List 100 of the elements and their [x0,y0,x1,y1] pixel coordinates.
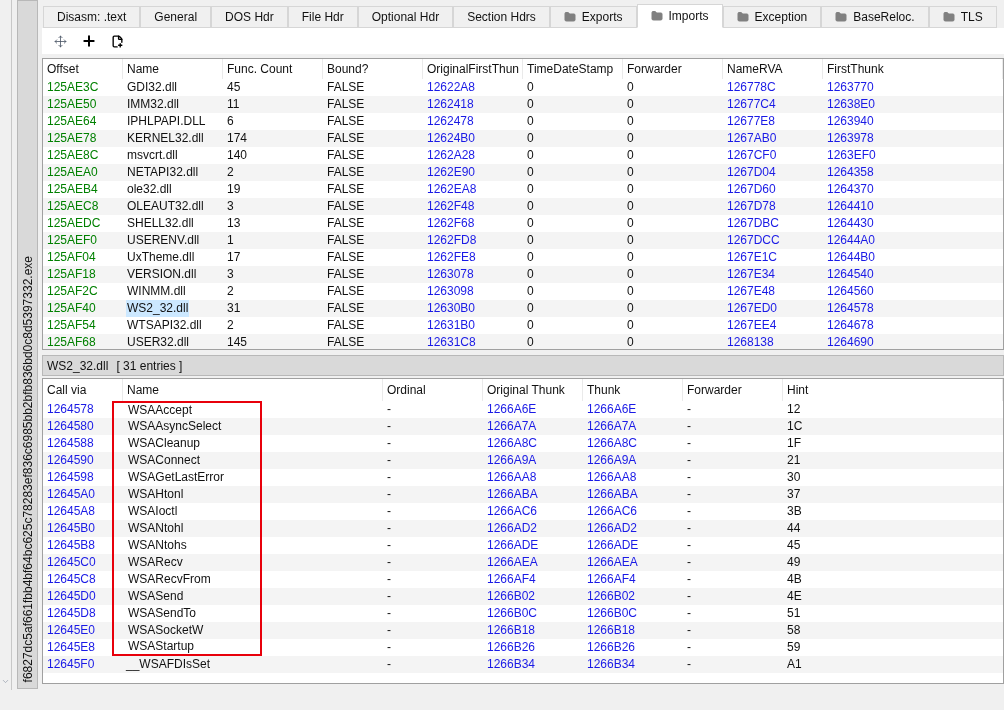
table-row[interactable]: 1264590 WSAConnect - 1266A9A 1266A9A - 21 [43,452,1003,469]
table-row[interactable]: 125AF40 WS2_32.dll 31 FALSE 12630B0 0 0 1267ED0 1264578 [43,300,1003,317]
table-cell: - [686,554,692,571]
table-cell: 0 [626,317,635,334]
table-cell: 1263978 [826,130,875,147]
table-cell: 4E [786,588,803,605]
tab[interactable]: Exports [549,6,637,28]
table-row[interactable]: 125AE50 IMM32.dll 11 FALSE 1262418 0 0 12677C4 12638E0 [43,96,1003,113]
table-cell: 145 [226,334,249,349]
table-row[interactable]: 12645B0 WSANtohl - 1266AD2 1266AD2 - 44 [43,520,1003,537]
table-cell: - [386,537,392,554]
tab[interactable]: Optional Hdr [357,6,454,28]
tab[interactable]: BaseReloc. [821,6,929,28]
table-cell: FALSE [326,147,366,164]
table-cell: 1262478 [426,113,475,130]
table-cell: - [386,554,392,571]
table-cell: 1267D60 [726,181,777,198]
table-cell: WSANtohl [127,521,185,536]
table-cell: - [386,520,392,537]
table-cell: - [386,622,392,639]
table-cell: - [386,435,392,452]
file-plus-icon[interactable] [111,34,124,48]
table-cell: 1267AB0 [726,130,778,147]
entry-count: [ 31 entries ] [116,357,183,375]
table-cell: GDI32.dll [126,79,179,96]
table-cell: 0 [626,96,635,113]
tab[interactable]: Section Hdrs [453,6,550,28]
tab[interactable]: File Hdr [287,6,358,28]
table-cell: FALSE [326,249,366,266]
table-cell: 125AEDC [46,215,102,232]
table-cell: 1264588 [46,435,95,452]
table-cell: - [686,401,692,418]
table-cell: USER32.dll [126,334,191,349]
tab[interactable]: DOS Hdr [211,6,288,28]
file-tab[interactable]: f6827dc5af661fbb4bf64bc625c78283ef836c6985bb2bfb836bd0c8d5397332.exe [17,0,38,689]
tab[interactable]: Exception [722,6,822,28]
table-cell: 1264578 [46,401,95,418]
table-cell: 1266AA8 [486,469,538,486]
table-cell: OLEAUT32.dll [126,198,205,215]
table-row[interactable]: 12645C0 WSARecv - 1266AEA 1266AEA - 49 [43,554,1003,571]
table-cell: 125AF18 [46,266,97,283]
table-row[interactable]: 12645D0 WSASend - 1266B02 1266B02 - 4E [43,588,1003,605]
table-cell: 1262F48 [426,198,476,215]
table-cell: 0 [626,181,635,198]
table-cell: 12624B0 [426,130,477,147]
table-cell: 2 [226,317,235,334]
table-cell: - [386,639,392,656]
table-cell: 0 [626,283,635,300]
table-row[interactable]: 125AF68 USER32.dll 145 FALSE 12631C8 0 0 1268138 1264690 [43,334,1003,349]
table-row[interactable]: 125AE78 KERNEL32.dll 174 FALSE 12624B0 0 0 1267AB0 1263978 [43,130,1003,147]
table-row[interactable]: 12645A0 WSAHtonl - 1266ABA 1266ABA - 37 [43,486,1003,503]
table-cell: 12645F0 [46,656,96,673]
table-cell: 0 [626,198,635,215]
table-row[interactable]: 125AEF0 USERENV.dll 1 FALSE 1262FD8 0 0 1267DCC 12644A0 [43,232,1003,249]
table-cell: - [686,469,692,486]
table-cell: 1266A7A [586,418,638,435]
table-cell: 1262FE8 [426,249,477,266]
table-row[interactable]: 12645E0 WSASocketW - 1266B18 1266B18 - 58 [43,622,1003,639]
table-cell: 12645E0 [46,622,97,639]
table-cell: - [686,503,692,520]
table-cell: ole32.dll [126,181,173,198]
table-row[interactable]: 125AF18 VERSION.dll 3 FALSE 1263078 0 0 1267E34 1264540 [43,266,1003,283]
table-cell: 1268138 [726,334,775,349]
table-cell: 1266B34 [586,656,637,673]
table-cell: 1262F68 [426,215,476,232]
tab[interactable]: Disasm: .text [43,6,141,28]
table-cell: - [686,435,692,452]
table-cell: KERNEL32.dll [126,130,205,147]
table-cell: UxTheme.dll [126,249,196,266]
tab[interactable]: General [140,6,212,28]
table-cell: 1267CF0 [726,147,778,164]
table-row[interactable]: 125AEC8 OLEAUT32.dll 3 FALSE 1262F48 0 0 1267D78 1264410 [43,198,1003,215]
table-cell: 125AEC8 [46,198,100,215]
table-cell: 1266ADE [586,537,640,554]
tab[interactable]: TLS [928,6,997,28]
table-cell: 1266AF4 [586,571,637,588]
table-row[interactable]: 12645F0 __WSAFDIsSet - 1266B34 1266B34 - A1 [43,656,1003,673]
table-cell: 0 [626,249,635,266]
table-cell: 37 [786,486,802,503]
table-cell: FALSE [326,334,366,349]
table-cell: 12644B0 [826,249,877,266]
table-cell: 0 [626,164,635,181]
plus-icon[interactable] [81,33,97,49]
table-cell: 0 [626,79,635,96]
table-cell: 1264678 [826,317,875,334]
table-cell: FALSE [326,215,366,232]
table-cell: 1266B02 [586,588,637,605]
table-cell: - [386,452,392,469]
table-cell: 1266B18 [586,622,637,639]
table-cell: 12630B0 [426,300,477,317]
table-cell: - [386,571,392,588]
table-cell: - [386,503,392,520]
tab[interactable]: Imports [636,4,723,28]
move-arrows-icon[interactable] [54,34,67,48]
table-cell: 0 [526,317,535,334]
table-row[interactable]: 1264580 WSAAsyncSelect - 1266A7A 1266A7A - 1C [43,418,1003,435]
table-cell: 1262418 [426,96,475,113]
table-row[interactable]: 125AEA0 NETAPI32.dll 2 FALSE 1262E90 0 0 1267D04 1264358 [43,164,1003,181]
table-cell: 0 [626,266,635,283]
table-cell: FALSE [326,317,366,334]
